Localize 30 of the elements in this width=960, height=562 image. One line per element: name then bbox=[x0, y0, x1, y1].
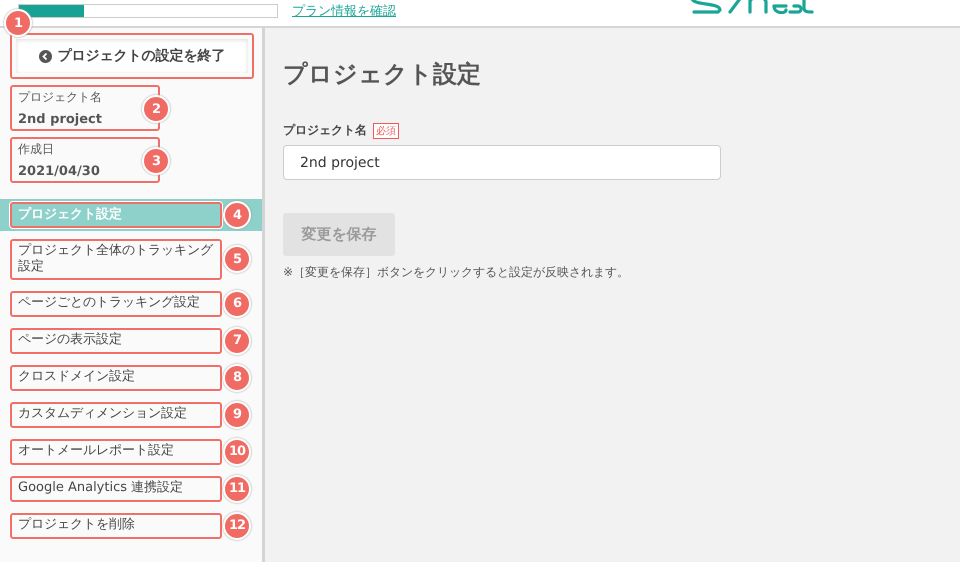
info-label: プロジェクト名 bbox=[18, 89, 103, 106]
callout-badge: 2 bbox=[142, 95, 170, 123]
info-value: 2nd project bbox=[18, 112, 103, 127]
page-title: プロジェクト設定 bbox=[283, 59, 482, 90]
sidebar-item[interactable]: プロジェクトを削除 bbox=[10, 512, 222, 538]
sidebar-item[interactable]: プロジェクト全体のトラッキング設定 bbox=[10, 239, 222, 280]
callout-badge: 8 bbox=[223, 364, 251, 392]
sidebar-item[interactable]: カスタムディメンション設定 bbox=[10, 402, 222, 428]
callout-badge: 6 bbox=[223, 290, 251, 318]
callout-badge: 3 bbox=[142, 147, 170, 175]
info-value: 2021/04/30 bbox=[18, 164, 101, 179]
sidebar-item[interactable]: Google Analytics 連携設定 bbox=[10, 476, 222, 502]
field-label: プロジェクト名 bbox=[283, 122, 367, 139]
logo-icon bbox=[690, 0, 814, 14]
callout-badge: 11 bbox=[223, 474, 251, 502]
required-badge: 必須 bbox=[373, 122, 399, 138]
callout-badge: 4 bbox=[223, 201, 251, 229]
sidebar-item[interactable]: ページごとのトラッキング設定 bbox=[10, 290, 222, 316]
info-label: 作成日 bbox=[18, 141, 55, 158]
callout-badge: 10 bbox=[223, 438, 251, 466]
callout-badge: 9 bbox=[223, 400, 251, 428]
callout-badge: 7 bbox=[223, 326, 251, 354]
sidebar-item[interactable]: クロスドメイン設定 bbox=[10, 364, 222, 390]
callout-badge: 5 bbox=[223, 245, 251, 274]
exit-settings-button[interactable]: プロジェクトの設定を終了 bbox=[10, 33, 254, 79]
sidebar-item[interactable]: オートメールレポート設定 bbox=[10, 438, 222, 464]
sidebar-item[interactable]: ページの表示設定 bbox=[10, 328, 222, 354]
callout-badge: 12 bbox=[223, 512, 251, 540]
project-name-field[interactable]: 2nd project bbox=[283, 145, 721, 180]
note-text: ※［変更を保存］ボタンをクリックすると設定が反映されます。 bbox=[283, 264, 630, 281]
